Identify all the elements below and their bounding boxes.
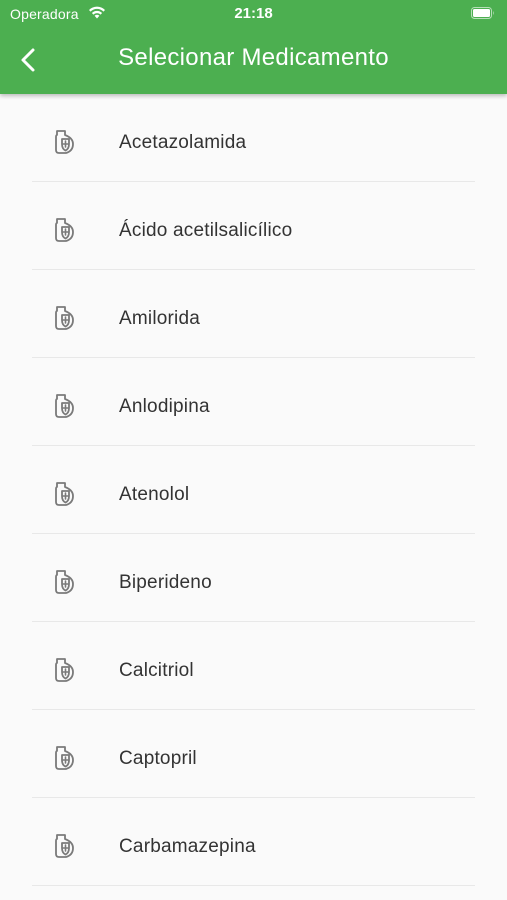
- medicine-bottle-icon: [55, 658, 74, 682]
- medication-item[interactable]: Anlodipina: [0, 358, 507, 446]
- medication-item[interactable]: Carbamazepina: [0, 798, 507, 886]
- medication-item[interactable]: Atenolol: [0, 446, 507, 534]
- medication-name: Acetazolamida: [119, 132, 247, 153]
- medicine-bottle-icon: [55, 482, 74, 506]
- medication-item[interactable]: Acetazolamida: [0, 94, 507, 182]
- medicine-bottle-icon: [55, 834, 74, 858]
- medication-item[interactable]: Amilorida: [0, 270, 507, 358]
- status-bar: Operadora 21:18: [0, 0, 507, 28]
- app-bar: Operadora 21:18 Selecionar Medicamento: [0, 0, 507, 94]
- medication-name: Calcitriol: [119, 660, 194, 681]
- medication-list: Acetazolamida Ácido acetilsalicílico Ami…: [0, 94, 507, 900]
- medicine-bottle-icon: [55, 394, 74, 418]
- medication-name: Captopril: [119, 748, 197, 769]
- medication-name: Amilorida: [119, 308, 200, 329]
- status-time: 21:18: [234, 5, 273, 22]
- medicine-bottle-icon: [55, 570, 74, 594]
- toolbar: Selecionar Medicamento: [0, 28, 507, 94]
- medication-name: Carbamazepina: [119, 836, 256, 857]
- medication-item[interactable]: Captopril: [0, 710, 507, 798]
- medication-name: Atenolol: [119, 484, 190, 505]
- medicine-bottle-icon: [55, 130, 74, 154]
- medication-item[interactable]: Ácido acetilsalicílico: [0, 182, 507, 270]
- medication-name: Anlodipina: [119, 396, 210, 417]
- medication-item[interactable]: Calcitriol: [0, 622, 507, 710]
- medication-name: Ácido acetilsalicílico: [119, 220, 293, 241]
- medicine-bottle-icon: [55, 306, 74, 330]
- medication-name: Biperideno: [119, 572, 212, 593]
- medicine-bottle-icon: [55, 746, 74, 770]
- medicine-bottle-icon: [55, 218, 74, 242]
- page-title: Selecionar Medicamento: [118, 44, 389, 71]
- medication-item[interactable]: Biperideno: [0, 534, 507, 622]
- battery-icon: [471, 7, 494, 19]
